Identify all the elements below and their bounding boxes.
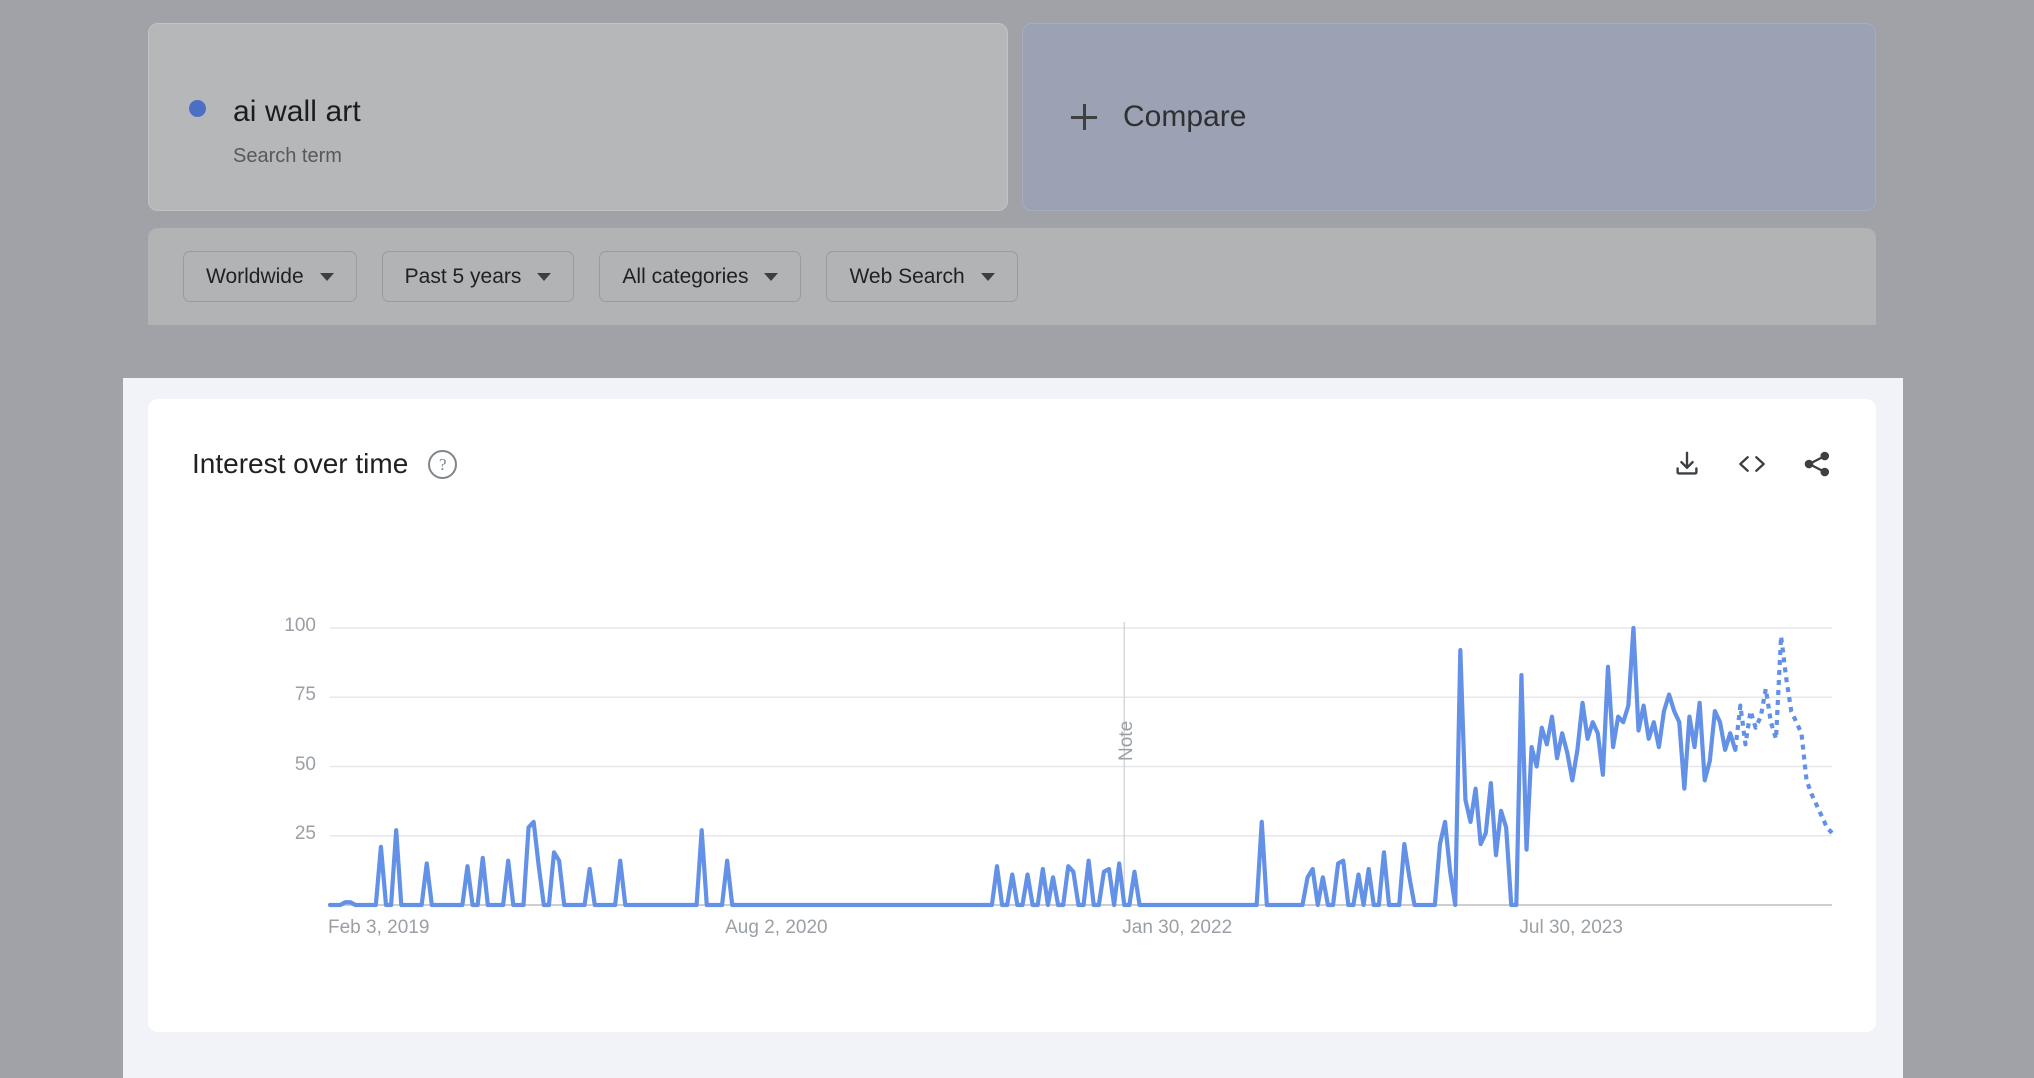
- series-line-partial: [1735, 636, 1832, 833]
- filters-bar: Worldwide Past 5 years All categories We…: [148, 228, 1876, 325]
- chevron-down-icon: [764, 273, 778, 281]
- compare-label: Compare: [1123, 100, 1246, 134]
- y-axis-tick-label: 25: [256, 823, 316, 845]
- filter-category[interactable]: All categories: [599, 251, 801, 302]
- filter-category-label: All categories: [622, 265, 748, 289]
- interest-over-time-plot[interactable]: 25 50 75 100 Feb 3, 2019 Aug 2, 2020 Jan 30, 2…: [148, 399, 1876, 1032]
- interest-over-time-card: Interest over time ? 255075100Feb 3, 201…: [148, 399, 1876, 1032]
- note-annotation-label: Note: [1116, 721, 1138, 761]
- x-axis-tick-label: Jan 30, 2022: [1122, 917, 1232, 939]
- series-color-dot: [189, 100, 206, 117]
- x-axis-tick-label: Feb 3, 2019: [328, 917, 429, 939]
- filter-location[interactable]: Worldwide: [183, 251, 357, 302]
- y-axis-tick-label: 50: [256, 754, 316, 776]
- y-axis-tick-label: 75: [256, 684, 316, 706]
- compare-card[interactable]: Compare: [1022, 23, 1876, 211]
- filter-time-range[interactable]: Past 5 years: [382, 251, 575, 302]
- chevron-down-icon: [537, 273, 551, 281]
- chevron-down-icon: [320, 273, 334, 281]
- filter-search-type-label: Web Search: [849, 265, 964, 289]
- search-term-card[interactable]: ai wall art Search term: [148, 23, 1008, 211]
- chevron-down-icon: [981, 273, 995, 281]
- y-axis-tick-label: 100: [256, 615, 316, 637]
- search-term-name: ai wall art: [233, 95, 361, 129]
- plus-icon: [1071, 104, 1097, 130]
- x-axis-tick-label: Jul 30, 2023: [1519, 917, 1623, 939]
- x-axis-tick-label: Aug 2, 2020: [725, 917, 827, 939]
- search-term-type: Search term: [233, 145, 342, 168]
- filter-search-type[interactable]: Web Search: [826, 251, 1017, 302]
- filter-location-label: Worldwide: [206, 265, 304, 289]
- filter-time-range-label: Past 5 years: [405, 265, 522, 289]
- search-terms-row: ai wall art Search term Compare: [148, 23, 1876, 211]
